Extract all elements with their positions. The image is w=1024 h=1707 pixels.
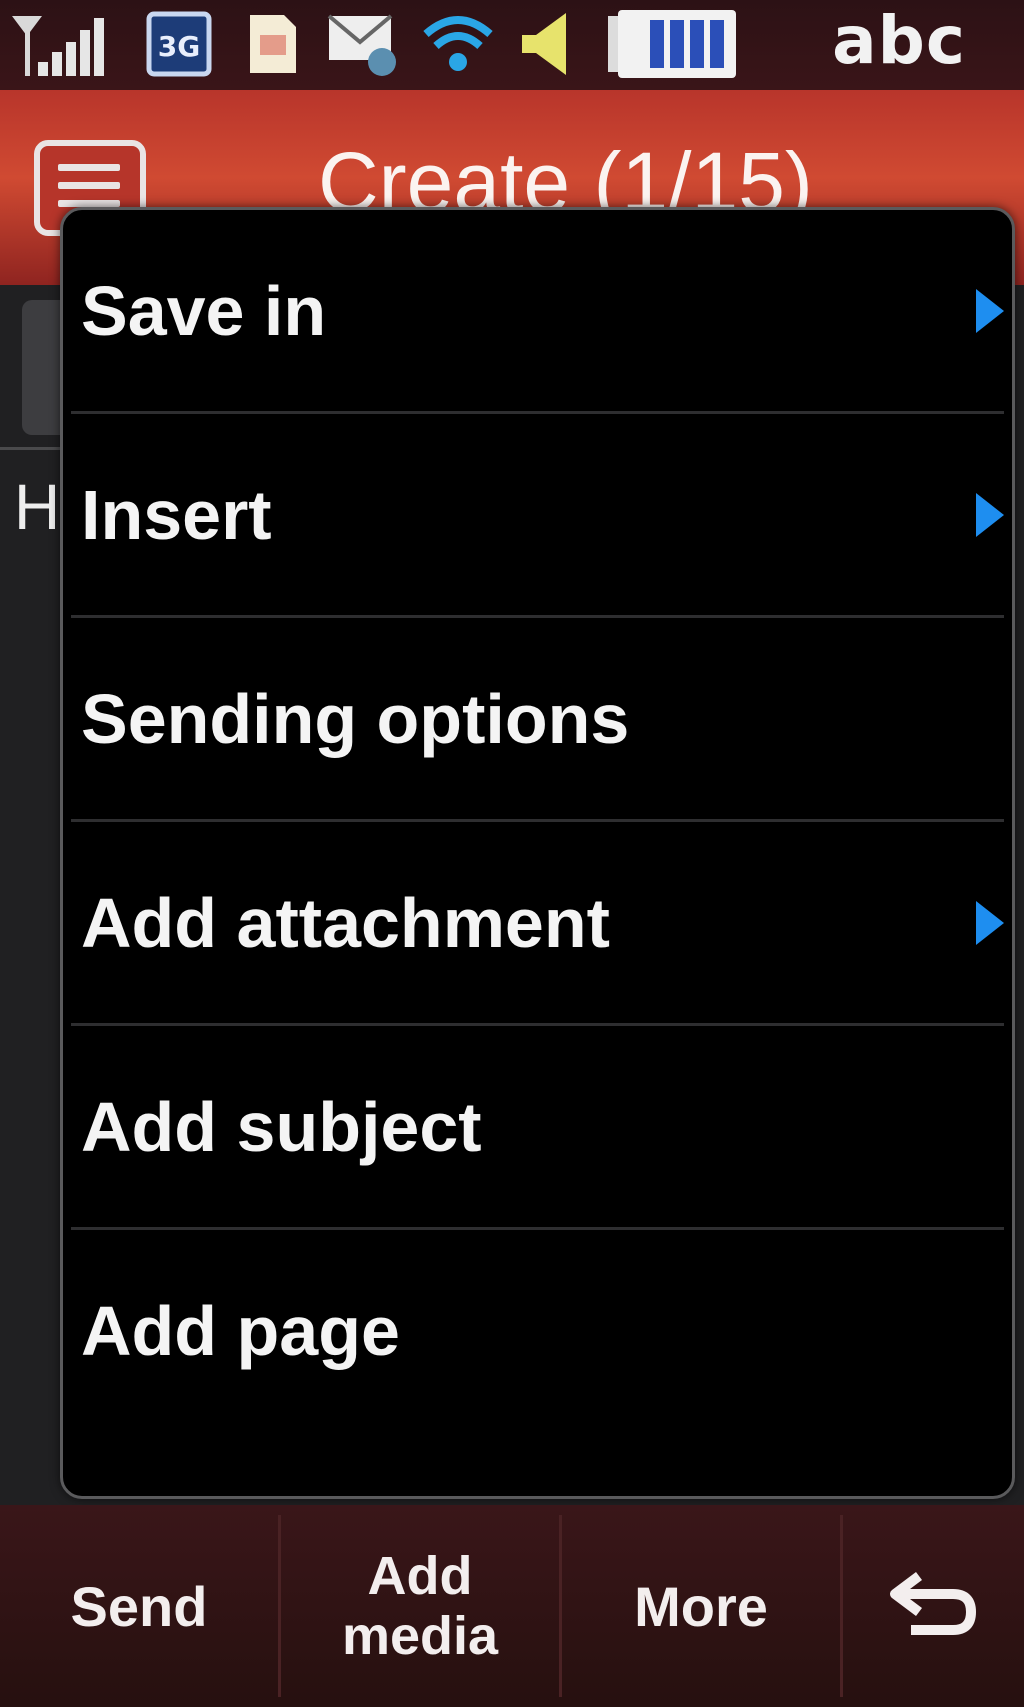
signal-strength-icon: [8, 8, 120, 80]
sim-card-icon: [246, 8, 300, 80]
add-media-label-line2: media: [341, 1606, 499, 1666]
options-popup-menu: Save in Insert Sending options Add attac…: [60, 207, 1015, 1499]
menu-item-sending-options[interactable]: Sending options: [63, 618, 1012, 819]
3g-icon: 3G: [146, 8, 212, 80]
submenu-arrow-icon: [976, 492, 1004, 537]
speaker-icon: [518, 8, 574, 80]
wifi-icon: [420, 8, 496, 80]
more-button[interactable]: More: [562, 1505, 840, 1707]
menu-item-label: Save in: [81, 271, 327, 350]
send-button[interactable]: Send: [0, 1505, 278, 1707]
bottom-toolbar: Send Add media More: [0, 1505, 1024, 1707]
menu-item-save-in[interactable]: Save in: [63, 210, 1012, 411]
submenu-arrow-icon: [976, 900, 1004, 945]
back-arrow-icon: [889, 1568, 979, 1645]
menu-item-label: Add page: [81, 1291, 400, 1370]
menu-item-add-attachment[interactable]: Add attachment: [63, 822, 1012, 1023]
more-button-label: More: [634, 1574, 768, 1638]
menu-item-label: Add attachment: [81, 883, 610, 962]
input-mode-indicator: abc: [832, 2, 966, 79]
add-media-button-label: Add media: [342, 1546, 498, 1666]
menu-item-label: Sending options: [81, 679, 630, 758]
menu-item-add-page[interactable]: Add page: [63, 1230, 1012, 1431]
status-bar: 3G abc: [0, 0, 1024, 90]
add-media-label-line1: Add: [367, 1546, 473, 1606]
menu-item-insert[interactable]: Insert: [63, 414, 1012, 615]
menu-item-label: Add subject: [81, 1087, 482, 1166]
menu-item-add-subject[interactable]: Add subject: [63, 1026, 1012, 1227]
battery-icon: [604, 8, 740, 80]
svg-text:3G: 3G: [158, 30, 200, 63]
add-media-button[interactable]: Add media: [281, 1505, 559, 1707]
back-button[interactable]: [843, 1505, 1024, 1707]
menu-item-label: Insert: [81, 475, 272, 554]
new-message-icon: [326, 8, 402, 80]
submenu-arrow-icon: [976, 288, 1004, 333]
send-button-label: Send: [70, 1574, 208, 1638]
message-body-text[interactable]: H: [14, 470, 60, 544]
